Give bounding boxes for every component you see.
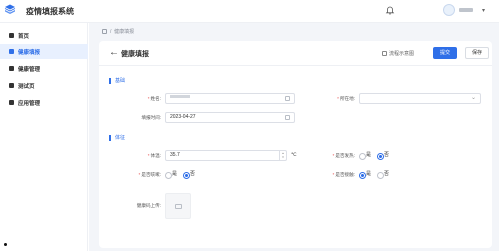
name-value-redacted bbox=[170, 95, 190, 98]
sidebar-item-test[interactable]: 测试页 bbox=[0, 78, 88, 93]
name-label: *姓名: bbox=[147, 96, 161, 101]
app-title: 疫情填报系统 bbox=[26, 7, 74, 16]
fever-option-yes[interactable]: 是 bbox=[359, 152, 371, 160]
diagram-icon bbox=[382, 51, 387, 56]
location-select[interactable]: ⌄ bbox=[359, 93, 481, 104]
home-icon bbox=[9, 33, 14, 38]
cough-option-yes[interactable]: 是 bbox=[165, 171, 177, 179]
sidebar-item-label: 健康管理 bbox=[18, 67, 41, 73]
breadcrumb-separator: / bbox=[110, 29, 112, 35]
sidebar-item-label: 健康填报 bbox=[18, 50, 41, 56]
app-header: 疫情填报系统 ▾ bbox=[0, 0, 499, 23]
date-field[interactable]: 2023-04-27 bbox=[165, 112, 295, 123]
breadcrumb: / 健康填报 bbox=[102, 28, 134, 35]
chevron-down-icon: ⌄ bbox=[470, 95, 476, 101]
user-icon bbox=[285, 96, 290, 101]
sidebar-item-home[interactable]: 首页 bbox=[0, 28, 88, 43]
fever-label: *是否发热: bbox=[332, 153, 355, 158]
contact-radio-group: 是否 bbox=[359, 171, 395, 179]
cough-radio-group: 是否 bbox=[165, 171, 201, 179]
fever-radio-group: 是否 bbox=[359, 152, 395, 160]
home-icon[interactable] bbox=[102, 29, 107, 34]
page-title: 健康填报 bbox=[121, 51, 149, 58]
health-code-upload[interactable] bbox=[165, 193, 191, 219]
contact-option-no[interactable]: 否 bbox=[377, 171, 389, 179]
sidebar: 首页 健康填报 健康管理 测试页 应用管理 bbox=[0, 23, 88, 251]
sidebar-item-label: 测试页 bbox=[18, 84, 35, 90]
cough-option-no[interactable]: 否 bbox=[183, 171, 195, 179]
sidebar-item-health-manage[interactable]: 健康管理 bbox=[0, 61, 88, 76]
manage-icon bbox=[9, 66, 14, 71]
form-card: ← 健康填报 流程示意图 提交 保存 基础 *姓名: *所在地: ⌄ 填报时间:… bbox=[99, 41, 492, 248]
breadcrumb-current: 健康填报 bbox=[114, 29, 135, 35]
main-content: / 健康填报 ← 健康填报 流程示意图 提交 保存 基础 *姓名: *所在地: … bbox=[89, 23, 499, 251]
calendar-icon bbox=[285, 115, 290, 120]
submit-button[interactable]: 提交 bbox=[433, 47, 457, 59]
app-logo-icon bbox=[4, 4, 16, 14]
bell-icon[interactable] bbox=[385, 5, 395, 15]
sidebar-item-label: 首页 bbox=[18, 34, 30, 40]
apps-icon bbox=[9, 100, 14, 105]
chevron-down-icon[interactable]: ▾ bbox=[482, 7, 485, 14]
card-header: ← 健康填报 流程示意图 提交 保存 bbox=[99, 41, 492, 66]
form-icon bbox=[9, 49, 14, 54]
avatar[interactable] bbox=[443, 4, 455, 16]
upload-label: 健康码上传: bbox=[136, 203, 161, 208]
cough-label: *是否咳嗽: bbox=[138, 172, 161, 177]
save-button[interactable]: 保存 bbox=[465, 47, 489, 59]
location-label: *所在地: bbox=[337, 96, 355, 101]
temperature-stepper[interactable]: ▴ ▾ bbox=[279, 151, 286, 160]
contact-option-yes[interactable]: 是 bbox=[359, 171, 371, 179]
temperature-unit: ℃ bbox=[291, 152, 297, 158]
temperature-input[interactable]: 35.7 ▴ ▾ bbox=[165, 150, 287, 161]
user-name-redacted[interactable] bbox=[459, 8, 473, 12]
sidebar-item-app-manage[interactable]: 应用管理 bbox=[0, 95, 88, 110]
back-arrow-icon[interactable]: ← bbox=[109, 47, 119, 58]
section-basic-title: 基础 bbox=[109, 78, 125, 84]
test-icon bbox=[9, 83, 14, 88]
sidebar-item-label: 应用管理 bbox=[18, 101, 41, 107]
fever-option-no[interactable]: 否 bbox=[377, 152, 389, 160]
name-field[interactable] bbox=[165, 93, 295, 104]
sidebar-item-health-report[interactable]: 健康填报 bbox=[0, 44, 88, 59]
date-label: 填报时间: bbox=[141, 115, 161, 120]
temperature-label: *体温: bbox=[147, 153, 161, 158]
corner-dot bbox=[4, 243, 7, 246]
contact-label: *是否接触: bbox=[332, 172, 355, 177]
section-vitals-title: 体征 bbox=[109, 135, 125, 141]
camera-icon bbox=[175, 204, 182, 209]
flow-diagram-link[interactable]: 流程示意图 bbox=[382, 50, 414, 57]
